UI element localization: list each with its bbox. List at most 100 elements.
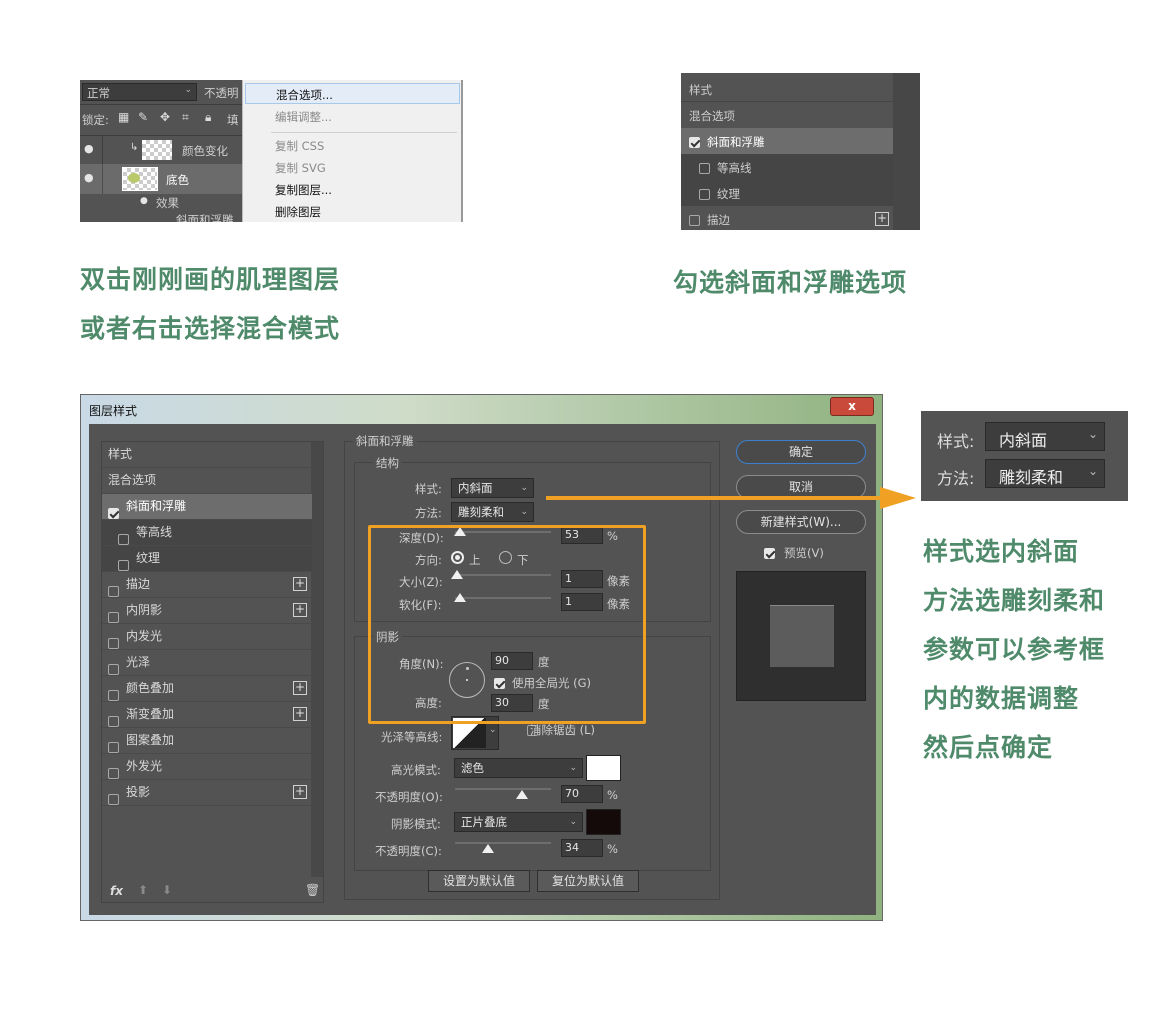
zoom-panel: 样式: 内斜面 ⌄ 方法: 雕刻柔和 ⌄	[921, 411, 1128, 501]
add-icon[interactable]: +	[293, 785, 307, 799]
zoom-method-label: 方法:	[937, 469, 975, 488]
checkbox[interactable]	[108, 768, 119, 779]
zoom-style-select[interactable]: 内斜面 ⌄	[985, 422, 1105, 451]
highlight-color-swatch[interactable]	[586, 755, 621, 781]
instruction-line: 然后点确定	[923, 733, 1054, 762]
eye-icon[interactable]: ●	[84, 142, 94, 155]
checkbox[interactable]	[108, 664, 119, 675]
eye-icon[interactable]: ●	[140, 196, 148, 206]
checkbox[interactable]	[108, 508, 119, 519]
opacity2-unit: %	[607, 842, 618, 856]
shadow-color-swatch[interactable]	[586, 809, 621, 835]
menu-item-copy-css[interactable]: 复制 CSS	[275, 138, 324, 154]
opacity2-input[interactable]: 34	[561, 839, 603, 857]
stroke-item[interactable]: 描边 +	[681, 206, 893, 230]
method-select[interactable]: 雕刻柔和 ⌄	[451, 502, 534, 522]
eye-icon[interactable]: ●	[84, 171, 94, 184]
checkbox[interactable]	[108, 612, 119, 623]
contour-label: 等高线	[136, 525, 173, 539]
list-texture[interactable]: 纹理	[102, 546, 312, 572]
effect-label: 投影	[126, 785, 151, 799]
arrow-down-icon[interactable]: ⬇	[162, 883, 172, 897]
texture-item[interactable]: 纹理	[681, 180, 893, 206]
opacity1-label: 不透明度(O):	[375, 790, 443, 804]
opacity1-slider-thumb[interactable]	[516, 790, 529, 799]
move-icon[interactable]: ✥	[160, 110, 170, 124]
checkbox[interactable]	[699, 163, 710, 174]
arrow-up-icon[interactable]: ⬆	[138, 883, 148, 897]
ok-button[interactable]: 确定	[736, 440, 866, 464]
zoom-method-select[interactable]: 雕刻柔和 ⌄	[985, 459, 1105, 488]
style-list-panel: 样式 混合选项 斜面和浮雕 等高线 纹理 描边 +	[681, 73, 920, 230]
lock-label: 锁定:	[82, 113, 109, 127]
menu-item-delete-layer[interactable]: 删除图层	[275, 204, 321, 220]
highlight-mode-select[interactable]: 滤色 ⌄	[454, 758, 583, 778]
blend-mode-select[interactable]: 正常 ⌄	[82, 83, 197, 101]
layer-row-color-change[interactable]: ● ↳ 颜色变化	[80, 136, 242, 164]
opacity1-slider-track[interactable]	[455, 788, 551, 790]
add-icon[interactable]: +	[293, 577, 307, 591]
caption-right: 勾选斜面和浮雕选项	[673, 268, 908, 297]
shadow-mode-label: 阴影模式:	[391, 817, 441, 831]
list-effect-item[interactable]: 光泽	[102, 650, 312, 676]
preview-checkbox[interactable]	[764, 548, 775, 559]
list-contour[interactable]: 等高线	[102, 520, 312, 546]
opacity2-slider-track[interactable]	[455, 842, 551, 844]
checkbox[interactable]	[689, 215, 700, 226]
style-select[interactable]: 内斜面 ⌄	[451, 478, 534, 498]
trash-icon[interactable]: 🗑︎	[305, 883, 320, 897]
layers-panel: 正常 ⌄ 不透明 锁定: ▦ ✎ ✥ ⌗ 🔒︎ 填 ● ↳ 颜色变化 ● 底色 …	[80, 80, 242, 222]
blend-options-item[interactable]: 混合选项	[689, 108, 735, 124]
list-effect-item[interactable]: 内发光	[102, 624, 312, 650]
checkbox[interactable]	[699, 189, 710, 200]
opacity2-slider-thumb[interactable]	[481, 844, 494, 853]
layer-thumbnail	[142, 140, 172, 160]
opacity-label: 不透明	[204, 86, 239, 100]
list-bevel-emboss[interactable]: 斜面和浮雕	[102, 494, 312, 520]
checkbox[interactable]	[108, 794, 119, 805]
close-button[interactable]: x	[830, 397, 874, 416]
checkbox[interactable]	[118, 560, 129, 571]
menu-item-copy-svg[interactable]: 复制 SVG	[275, 160, 326, 176]
contour-item[interactable]: 等高线	[681, 154, 893, 180]
chevron-down-icon: ⌄	[569, 817, 577, 827]
checkbox[interactable]	[108, 716, 119, 727]
list-header: 样式	[102, 442, 312, 468]
effect-label: 颜色叠加	[126, 681, 175, 695]
list-effect-item[interactable]: 描边 +	[102, 572, 312, 598]
artboard-icon[interactable]: ⌗	[182, 110, 189, 125]
add-icon[interactable]: +	[875, 212, 889, 226]
lock-icon[interactable]: 🔒︎	[205, 110, 211, 125]
menu-item-duplicate-layer[interactable]: 复制图层...	[275, 182, 332, 198]
bevel-emboss-item[interactable]: 斜面和浮雕	[681, 128, 893, 154]
checkbox[interactable]	[689, 137, 700, 148]
checkbox[interactable]	[108, 586, 119, 597]
set-default-button[interactable]: 设置为默认值	[428, 870, 530, 892]
shadow-mode-select[interactable]: 正片叠底 ⌄	[454, 812, 583, 832]
list-blend-options[interactable]: 混合选项	[102, 468, 312, 494]
list-effect-item[interactable]: 投影 +	[102, 780, 312, 806]
add-icon[interactable]: +	[293, 603, 307, 617]
add-icon[interactable]: +	[293, 681, 307, 695]
checkbox[interactable]	[108, 638, 119, 649]
reset-default-button[interactable]: 复位为默认值	[537, 870, 639, 892]
bevel-effect-label: 斜面和浮雕	[176, 213, 234, 222]
list-effect-item[interactable]: 图案叠加	[102, 728, 312, 754]
layer-row-base[interactable]: ● 底色	[80, 164, 242, 194]
fx-icon[interactable]: fx	[110, 884, 123, 898]
checkbox[interactable]	[118, 534, 129, 545]
menu-item-edit-adjust[interactable]: 编辑调整...	[275, 109, 332, 125]
brush-icon[interactable]: ✎	[138, 110, 148, 124]
opacity1-input[interactable]: 70	[561, 785, 603, 803]
close-icon: x	[848, 399, 856, 413]
texture-label: 纹理	[717, 187, 740, 201]
lock-pixels-icon[interactable]: ▦	[118, 110, 129, 124]
list-effect-item[interactable]: 颜色叠加 +	[102, 676, 312, 702]
list-effect-item[interactable]: 外发光	[102, 754, 312, 780]
list-effect-item[interactable]: 渐变叠加 +	[102, 702, 312, 728]
checkbox[interactable]	[108, 690, 119, 701]
add-icon[interactable]: +	[293, 707, 307, 721]
list-effect-item[interactable]: 内阴影 +	[102, 598, 312, 624]
menu-item-blend-options[interactable]: 混合选项...	[245, 83, 460, 104]
checkbox[interactable]	[108, 742, 119, 753]
